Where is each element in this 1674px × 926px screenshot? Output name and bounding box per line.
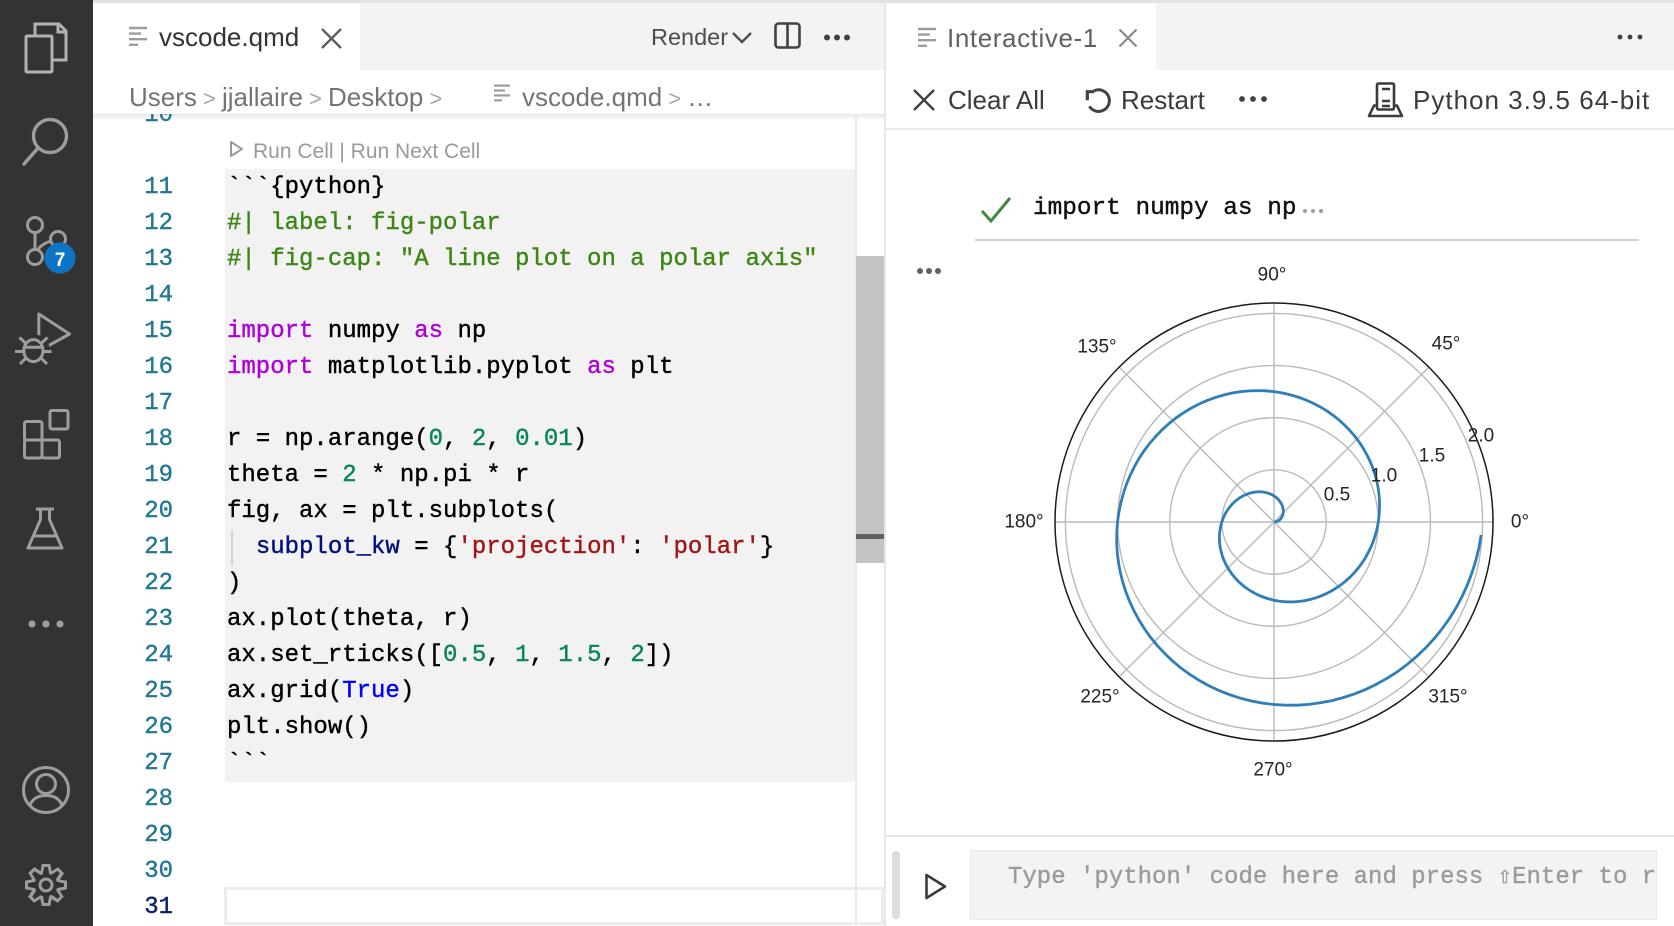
svg-text:90°: 90°	[1258, 265, 1287, 286]
svg-text:315°: 315°	[1428, 687, 1467, 708]
svg-text:1.0: 1.0	[1371, 466, 1397, 487]
svg-text:270°: 270°	[1253, 760, 1292, 781]
svg-text:1.5: 1.5	[1419, 446, 1445, 467]
svg-text:2.0: 2.0	[1468, 426, 1494, 447]
svg-text:0°: 0°	[1511, 512, 1529, 533]
svg-text:0.5: 0.5	[1324, 485, 1350, 506]
svg-text:225°: 225°	[1080, 687, 1119, 708]
svg-text:135°: 135°	[1077, 337, 1116, 358]
svg-text:45°: 45°	[1432, 334, 1461, 355]
svg-text:7: 7	[55, 250, 66, 271]
svg-text:180°: 180°	[1004, 512, 1043, 533]
